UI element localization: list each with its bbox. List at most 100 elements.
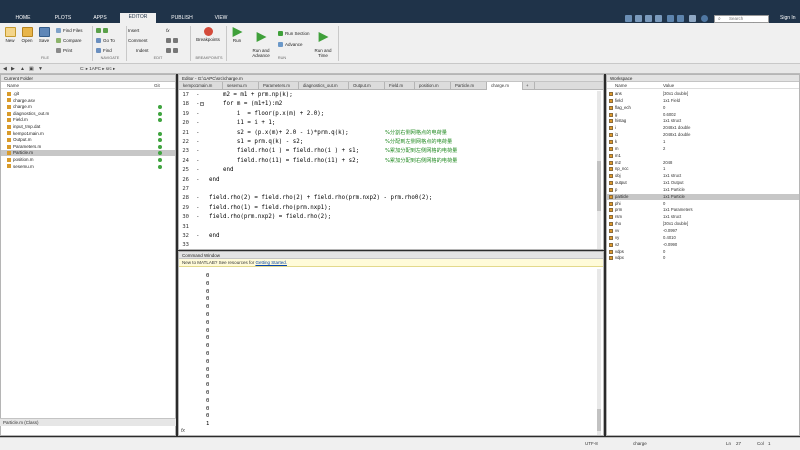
editor-tab-active[interactable]: charge.m: [487, 82, 523, 90]
command-output[interactable]: 00000000000000000001: [179, 269, 603, 429]
breakpoint-marker[interactable]: -: [196, 100, 200, 109]
sign-in-link[interactable]: Sign In: [780, 15, 796, 21]
editor-tab[interactable]: Field.m: [385, 82, 415, 90]
code-line[interactable]: 32 - end: [179, 232, 603, 241]
editor-scroll-thumb[interactable]: [597, 161, 601, 211]
editor-tab[interactable]: kempo1main.m: [179, 82, 223, 90]
file-item[interactable]: input_tmp.dat: [1, 124, 175, 130]
breakpoint-marker[interactable]: -: [196, 119, 200, 128]
file-item[interactable]: position.m: [1, 157, 175, 163]
workspace-variable-row[interactable]: prm 1x1 Parameters: [607, 207, 799, 213]
workspace-variable-row[interactable]: m2 2048: [607, 160, 799, 166]
workspace-variable-row[interactable]: m2: [607, 146, 799, 152]
workspace-variable-row[interactable]: vv -0.0997: [607, 228, 799, 234]
run-and-advance-button[interactable]: Run and Advance: [249, 27, 273, 58]
workspace-variable-row[interactable]: g 0.6002: [607, 112, 799, 118]
redo-icon[interactable]: [677, 15, 684, 22]
nav-back-button[interactable]: [96, 28, 110, 34]
workspace-variable-row[interactable]: k1: [607, 139, 799, 145]
new-button[interactable]: New: [3, 27, 17, 43]
workspace-variable-row[interactable]: i 2048x1 double: [607, 125, 799, 131]
code-line[interactable]: 28- field.rho(2) = field.rho(2) + field.r…: [179, 194, 603, 203]
workspace-variable-row[interactable]: flag_ech 0: [607, 105, 799, 111]
code-line[interactable]: 27: [179, 185, 603, 194]
code-line[interactable]: 23- field.rho(i ) = field.rho(i ) + s1;%…: [179, 147, 603, 156]
editor-tab[interactable]: Particle.m: [451, 82, 487, 90]
cut-icon[interactable]: [635, 15, 642, 22]
breakpoint-marker[interactable]: -: [196, 166, 200, 175]
file-item[interactable]: Field.m: [1, 117, 175, 123]
insert-function-button[interactable]: fx: [166, 28, 170, 33]
workspace-variable-row[interactable]: np_ncc 1: [607, 166, 799, 172]
save-button[interactable]: Save: [37, 27, 51, 43]
file-item[interactable]: charge.m: [1, 104, 175, 110]
command-prompt-icon[interactable]: fx: [181, 428, 185, 434]
tab-home[interactable]: HOME: [8, 14, 38, 23]
code-line[interactable]: 25- end: [179, 166, 603, 175]
name-column-header[interactable]: Name: [7, 82, 19, 89]
comment-icons[interactable]: [166, 38, 180, 44]
tab-publish[interactable]: PUBLISH: [164, 14, 200, 23]
breakpoints-button[interactable]: Breakpoints: [194, 27, 222, 42]
workspace-variable-row[interactable]: rho [30x1 double]: [607, 221, 799, 227]
tab-apps[interactable]: APPS: [86, 14, 114, 23]
workspace-variable-row[interactable]: phi 0: [607, 201, 799, 207]
workspace-variable-row[interactable]: rsm 1x1 struct: [607, 214, 799, 220]
comment-button[interactable]: Comment: [128, 38, 148, 43]
code-line[interactable]: 21- s2 = (p.x(m)+ 2.0 - i)*prm.q(k); %分割右…: [179, 129, 603, 138]
breakpoint-marker[interactable]: -: [196, 129, 200, 138]
workspace-variable-row[interactable]: particle 1x1 Particle: [607, 193, 799, 201]
code-line[interactable]: 18- for m = (m1+1):m2−: [179, 100, 603, 109]
code-line[interactable]: 29- field.rho(1) = field.rho(prm.nxp1);: [179, 204, 603, 213]
fold-toggle-icon[interactable]: −: [200, 102, 204, 107]
code-line[interactable]: 31: [179, 223, 603, 232]
breakpoint-marker[interactable]: -: [196, 147, 200, 156]
advance-button[interactable]: Advance: [278, 42, 303, 48]
workspace-variable-row[interactable]: ans [30x1 double]: [607, 91, 799, 97]
workspace-variable-row[interactable]: obj 1x1 struct: [607, 173, 799, 179]
folder-dropdown-icon[interactable]: ▼: [38, 64, 43, 74]
breakpoint-marker[interactable]: -: [196, 213, 200, 222]
file-item[interactable]: sesemu.m: [1, 164, 175, 170]
goto-button[interactable]: Go To: [96, 38, 115, 44]
editor-tab[interactable]: sesemu.m: [223, 82, 259, 90]
tab-editor[interactable]: EDITOR: [120, 13, 156, 23]
run-section-button[interactable]: Run Section: [278, 31, 310, 37]
code-line[interactable]: 22 - s1 = prm.q(k) - s2; %分配到左侧网格点的电荷量: [179, 138, 603, 147]
code-line[interactable]: 19- i = floor(p.x(m) + 2.0);: [179, 110, 603, 119]
workspace-variable-row[interactable]: histag 1x1 struct: [607, 118, 799, 124]
workspace-variable-row[interactable]: m1: [607, 153, 799, 159]
workspace-variable-row[interactable]: field 1x1 Field: [607, 98, 799, 104]
file-item[interactable]: Output.m: [1, 137, 175, 143]
run-and-time-button[interactable]: Run and Time: [312, 27, 334, 58]
code-line[interactable]: 26- end: [179, 176, 603, 185]
current-folder-path[interactable]: C: ▸ 1APC ▸ src ▸: [80, 64, 115, 74]
breakpoint-marker[interactable]: -: [196, 110, 200, 119]
file-item[interactable]: charge.asv: [1, 98, 175, 104]
open-button[interactable]: Open: [20, 27, 34, 43]
compare-button[interactable]: Compare: [56, 38, 82, 44]
breakpoint-marker[interactable]: -: [196, 91, 200, 100]
find-button[interactable]: Find: [96, 48, 112, 54]
workspace-variable-row[interactable]: i1 2048x1 double: [607, 132, 799, 138]
switch-windows-icon[interactable]: [689, 15, 696, 22]
editor-scrollbar[interactable]: [597, 91, 601, 249]
back-arrow-icon[interactable]: ◀: [3, 64, 7, 74]
editor-tab[interactable]: diagnostics_out.m: [299, 82, 349, 90]
run-button[interactable]: Run: [229, 27, 245, 43]
workspace-value-column[interactable]: Value: [663, 82, 674, 89]
forward-arrow-icon[interactable]: ▶: [11, 64, 15, 74]
getting-started-link[interactable]: Getting Started.: [255, 260, 287, 265]
breakpoint-marker[interactable]: -: [196, 232, 200, 241]
file-item[interactable]: .git: [1, 91, 175, 97]
editor-tab[interactable]: Parameters.m: [259, 82, 299, 90]
workspace-variable-row[interactable]: vdps 0: [607, 249, 799, 255]
copy-icon[interactable]: [645, 15, 652, 22]
workspace-variable-row[interactable]: output 1x1 Output: [607, 180, 799, 186]
file-item[interactable]: diagnostics_out.m: [1, 111, 175, 117]
workspace-variable-row[interactable]: p 1x1 Particle: [607, 187, 799, 193]
up-folder-icon[interactable]: ▲: [20, 64, 25, 74]
undo-icon[interactable]: [667, 15, 674, 22]
search-documentation-input[interactable]: ⌕ Search Documentation: [714, 15, 769, 27]
help-icon[interactable]: [701, 15, 708, 22]
